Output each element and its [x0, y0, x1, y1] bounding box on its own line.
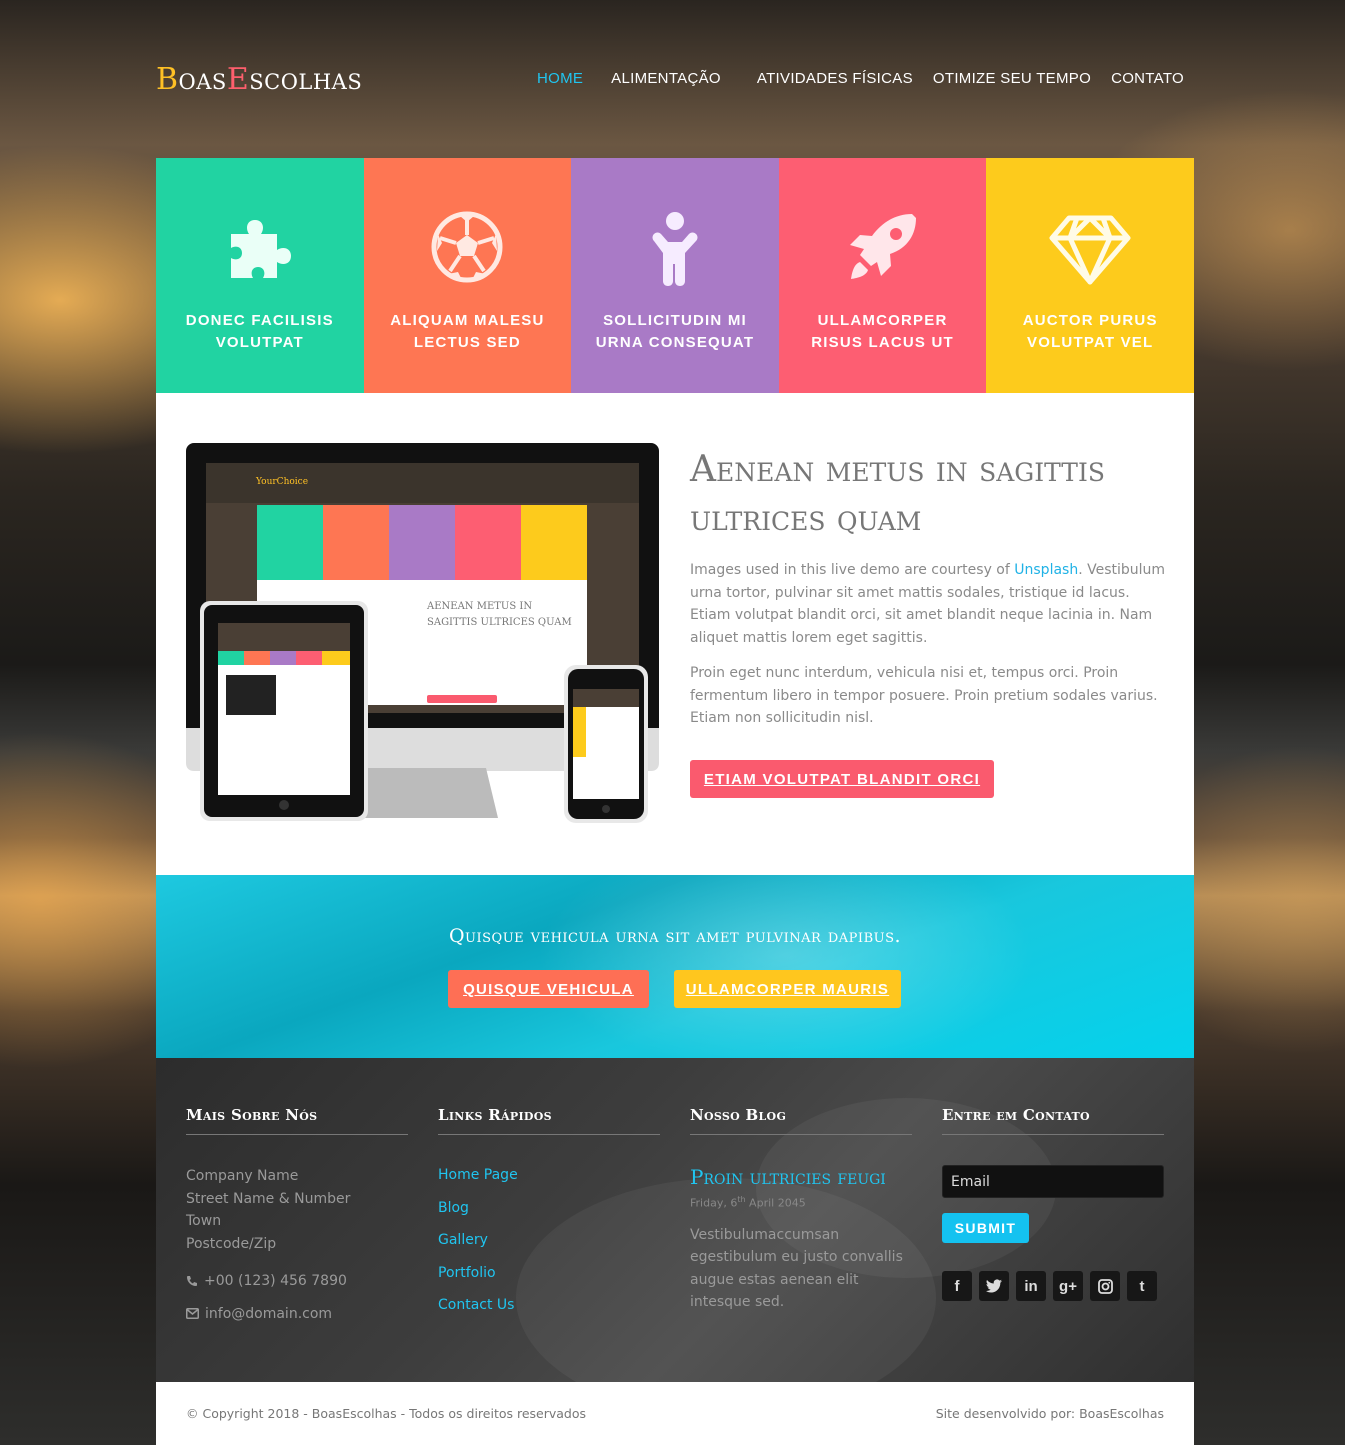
- logo-text-oas: oas: [178, 62, 227, 97]
- footer-blog-title: Nosso Blog: [690, 1106, 912, 1135]
- envelope-icon: [186, 1308, 199, 1320]
- footer-about: Mais Sobre Nós Company Name Street Name …: [186, 1106, 408, 1325]
- social-links: f in g+ t: [942, 1271, 1164, 1301]
- phone-icon: [187, 1276, 197, 1287]
- logo-letter-e: E: [226, 62, 250, 97]
- site-logo[interactable]: BoasEscolhas: [156, 62, 362, 97]
- rocket-icon: [849, 214, 916, 279]
- soccer-ball-icon: [431, 211, 503, 283]
- intro-section: YourChoice AENEAN METUS IN SAGITTIS ULTR…: [156, 393, 1194, 875]
- link-contact-us[interactable]: Contact Us: [438, 1295, 660, 1316]
- feature-title-2: ALIQUAM MALESU LECTUS SED: [390, 312, 545, 351]
- diamond-icon: [1049, 215, 1131, 285]
- link-home-page[interactable]: Home Page: [438, 1165, 660, 1186]
- blog-post-date: Friday, 6th April 2045: [690, 1195, 912, 1210]
- feature-tile-2[interactable]: ALIQUAM MALESU LECTUS SED: [363, 158, 572, 393]
- main-nav: HOME ALIMENTAÇÃO ATIVIDADES FÍSICAS OTIM…: [527, 70, 1194, 87]
- svg-text:AENEAN METUS IN: AENEAN METUS IN: [426, 601, 532, 612]
- copyright-text: © Copyright 2018 - BoasEscolhas - Todos …: [186, 1406, 587, 1421]
- instagram-icon[interactable]: [1090, 1271, 1120, 1301]
- submit-button[interactable]: SUBMIT: [942, 1213, 1029, 1243]
- footer-contact-title: Entre em Contato: [942, 1106, 1164, 1135]
- developer-credit: Site desenvolvido por: BoasEscolhas: [935, 1406, 1164, 1421]
- town: Town: [186, 1213, 222, 1229]
- link-blog[interactable]: Blog: [438, 1198, 660, 1219]
- intro-paragraph-1: Images used in this live demo are courte…: [690, 559, 1170, 649]
- blog-date-rest: April 2045: [745, 1196, 806, 1210]
- person-icon: [652, 212, 698, 286]
- nav-otimize-seu-tempo[interactable]: OTIMIZE SEU TEMPO: [923, 70, 1101, 87]
- quick-links-list: Home Page Blog Gallery Portfolio Contact…: [438, 1165, 660, 1316]
- feature-title-4: ULLAMCORPER RISUS LACUS UT: [811, 312, 954, 351]
- banner-heading: Quisque vehicula urna sit amet pulvinar …: [448, 925, 902, 947]
- blog-post-excerpt: Vestibulumaccumsan egestibulum eu justo …: [690, 1226, 903, 1311]
- nav-atividades-fisicas[interactable]: ATIVIDADES FÍSICAS: [747, 70, 923, 87]
- quisque-vehicula-button[interactable]: QUISQUE VEHICULA: [448, 970, 649, 1008]
- blog-post-title[interactable]: Proin ultricies feugi: [690, 1165, 912, 1189]
- cta-banner: Quisque vehicula urna sit amet pulvinar …: [156, 875, 1194, 1058]
- footer-contact: Entre em Contato SUBMIT f in g+ t: [942, 1106, 1164, 1301]
- feature-title-1: DONEC FACILISIS VOLUTPAT: [185, 312, 334, 351]
- phone-line: +00 (123) 456 7890: [186, 1270, 408, 1293]
- feature-tiles: DONEC FACILISIS VOLUTPAT ALIQUAM MALESU …: [156, 158, 1194, 393]
- feature-tile-4[interactable]: ULLAMCORPER RISUS LACUS UT: [778, 158, 987, 393]
- postcode: Postcode/Zip: [186, 1235, 277, 1252]
- street-name: Street Name & Number: [186, 1190, 351, 1207]
- intro-heading: Aenean metus in sagittis ultrices quam: [690, 449, 1105, 539]
- google-plus-icon[interactable]: g+: [1053, 1271, 1083, 1301]
- tumblr-icon[interactable]: t: [1127, 1271, 1157, 1301]
- banner-highlight: [536, 875, 1036, 1058]
- nav-home[interactable]: HOME: [527, 70, 593, 87]
- blog-date-suffix-sup: th: [737, 1195, 746, 1204]
- logo-text-scolhas: scolhas: [249, 62, 363, 97]
- intro-paragraph-1-prefix: Images used in this live demo are courte…: [690, 562, 1015, 578]
- feature-title-3: SOLLICITUDIN MI URNA CONSEQUAT: [595, 312, 755, 351]
- email-input[interactable]: [942, 1165, 1164, 1198]
- footer-address: Company Name Street Name & Number Town P…: [186, 1165, 408, 1255]
- responsive-devices-image: YourChoice AENEAN METUS IN SAGITTIS ULTR…: [186, 443, 659, 823]
- footer-blog: Nosso Blog Proin ultricies feugi Friday,…: [690, 1106, 912, 1314]
- nav-alimentacao[interactable]: ALIMENTAÇÃO: [601, 70, 731, 87]
- svg-text:SAGITTIS ULTRICES QUAM: SAGITTIS ULTRICES QUAM: [427, 617, 572, 628]
- unsplash-link[interactable]: Unsplash: [1014, 562, 1078, 578]
- twitter-icon[interactable]: [979, 1271, 1009, 1301]
- link-gallery[interactable]: Gallery: [438, 1230, 660, 1251]
- ullamcorper-mauris-button[interactable]: ULLAMCORPER MAURIS: [674, 970, 901, 1008]
- feature-tile-3[interactable]: SOLLICITUDIN MI URNA CONSEQUAT: [571, 158, 779, 393]
- email-address: info@domain.com: [205, 1305, 333, 1322]
- etiam-volutpat-button[interactable]: ETIAM VOLUTPAT BLANDIT ORCI: [690, 760, 994, 798]
- site-footer: Mais Sobre Nós Company Name Street Name …: [156, 1058, 1194, 1382]
- blog-date-prefix: Friday, 6: [690, 1196, 738, 1210]
- puzzle-icon: [230, 220, 291, 278]
- footer-links-title: Links Rápidos: [438, 1106, 660, 1135]
- intro-paragraph-2: Proin eget nunc interdum, vehicula nisi …: [690, 665, 1158, 726]
- company-name: Company Name: [186, 1168, 299, 1184]
- feature-tile-1[interactable]: DONEC FACILISIS VOLUTPAT: [156, 158, 364, 393]
- email-line: info@domain.com: [186, 1303, 408, 1326]
- svg-text:YourChoice: YourChoice: [255, 477, 308, 487]
- footer-about-title: Mais Sobre Nós: [186, 1106, 408, 1135]
- footer-links: Links Rápidos Home Page Blog Gallery Por…: [438, 1106, 660, 1328]
- feature-title-5: AUCTOR PURUS VOLUTPAT VEL: [1022, 312, 1158, 351]
- phone-number: +00 (123) 456 7890: [204, 1273, 347, 1289]
- feature-tile-5[interactable]: AUCTOR PURUS VOLUTPAT VEL: [986, 158, 1194, 393]
- linkedin-icon[interactable]: in: [1016, 1271, 1046, 1301]
- logo-letter-b: B: [156, 62, 179, 97]
- copyright-bar: © Copyright 2018 - BoasEscolhas - Todos …: [156, 1382, 1194, 1445]
- facebook-icon[interactable]: f: [942, 1271, 972, 1301]
- link-portfolio[interactable]: Portfolio: [438, 1263, 660, 1284]
- nav-contato[interactable]: CONTATO: [1101, 70, 1194, 87]
